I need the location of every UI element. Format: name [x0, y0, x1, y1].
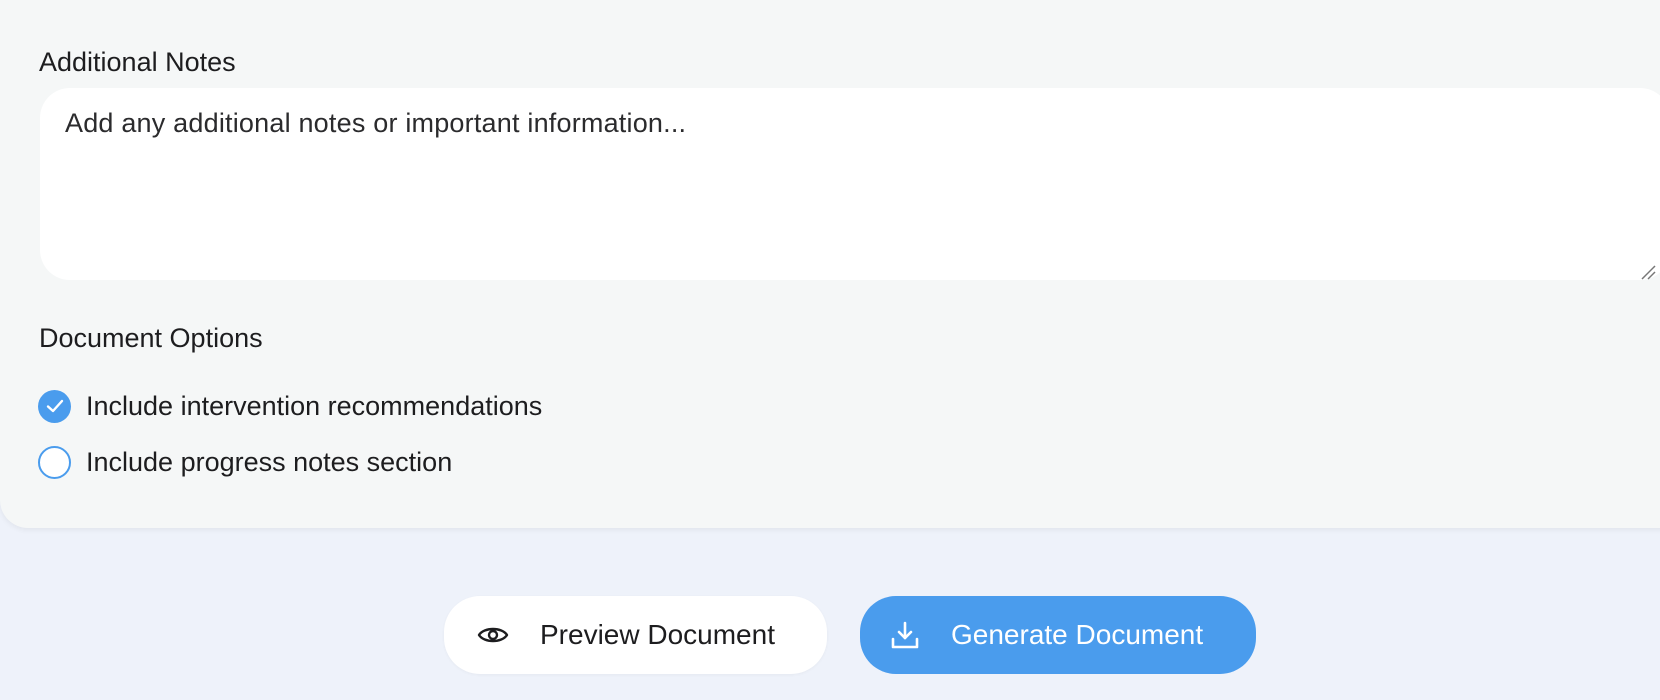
additional-notes-label: Additional Notes — [39, 47, 236, 77]
preview-document-button[interactable]: Preview Document — [444, 596, 827, 674]
additional-notes-textarea[interactable]: Add any additional notes or important in… — [40, 88, 1660, 280]
document-options-label: Document Options — [39, 323, 263, 353]
checkbox-checked[interactable] — [38, 389, 71, 423]
checkbox-unchecked[interactable] — [38, 445, 71, 479]
generate-document-button[interactable]: Generate Document — [860, 596, 1256, 674]
preview-document-label: Preview Document — [540, 619, 775, 650]
page: Additional Notes Add any additional note… — [0, 0, 1660, 700]
resize-handle-icon[interactable] — [1640, 264, 1656, 280]
eye-icon — [477, 624, 509, 646]
notes-placeholder: Add any additional notes or important in… — [65, 108, 687, 138]
option-progress-notes[interactable]: Include progress notes section — [38, 444, 452, 480]
option-label: Include progress notes section — [86, 446, 453, 477]
checkmark-icon — [46, 399, 63, 413]
generate-document-label: Generate Document — [951, 619, 1204, 650]
option-label: Include intervention recommendations — [86, 390, 543, 421]
download-icon — [890, 620, 920, 650]
option-intervention-recommendations[interactable]: Include intervention recommendations — [38, 388, 542, 424]
